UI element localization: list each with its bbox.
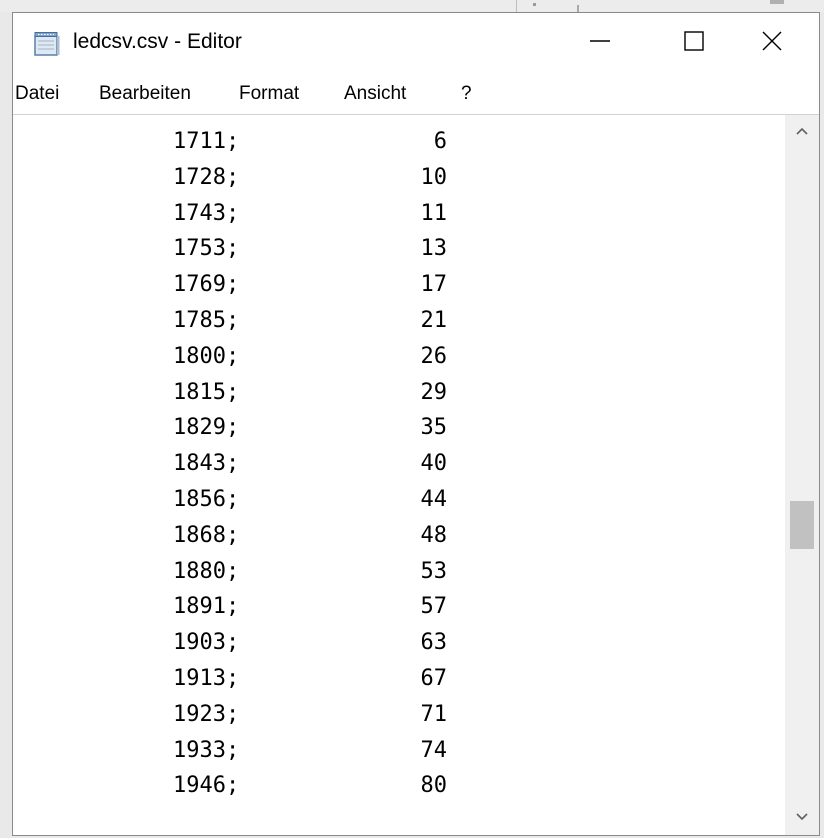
text-line: 1903; 63 — [13, 626, 773, 662]
value-cell: 13 — [420, 236, 448, 262]
value-cell: 6 — [433, 129, 447, 154]
close-icon — [761, 30, 783, 57]
menu-item-format[interactable]: Format — [239, 83, 299, 105]
menu-item-datei[interactable]: Datei — [15, 83, 59, 105]
background-strip — [0, 0, 824, 12]
scrollbar-thumb[interactable] — [790, 501, 814, 549]
year-cell: 1728; — [173, 164, 240, 190]
value-cell: 26 — [420, 343, 448, 369]
year-cell: 1903; — [173, 630, 240, 656]
year-cell: 1769; — [173, 272, 240, 298]
year-cell: 1843; — [173, 451, 240, 477]
year-cell: 1868; — [173, 522, 240, 548]
maximize-icon — [683, 30, 705, 57]
text-line: 1868; 48 — [13, 519, 773, 555]
value-cell: 57 — [420, 594, 448, 620]
value-cell: 48 — [420, 522, 448, 548]
scroll-down-button[interactable] — [785, 801, 819, 835]
menu-item-bearbeiten[interactable]: Bearbeiten — [99, 83, 191, 105]
value-cell: 74 — [420, 737, 448, 763]
year-cell: 1913; — [173, 666, 240, 691]
year-cell: 1785; — [173, 308, 240, 333]
year-cell: 1711; — [173, 129, 240, 154]
text-line: 1880; 53 — [13, 555, 773, 591]
notepad-icon — [33, 31, 61, 57]
scroll-up-button[interactable] — [785, 115, 819, 149]
year-cell: 1880; — [173, 558, 240, 584]
title-bar[interactable]: ledcsv.csv - Editor — [13, 13, 819, 75]
window-title: ledcsv.csv - Editor — [73, 30, 242, 53]
vertical-scrollbar[interactable] — [785, 115, 819, 835]
value-cell: 10 — [420, 164, 448, 190]
value-cell: 17 — [420, 272, 448, 298]
year-cell: 1753; — [173, 236, 240, 262]
year-cell: 1933; — [173, 737, 240, 763]
text-editor-area[interactable]: 1711; 6 1728; 10 1743; 11 1753; 13 1769; 17 1785; 2… — [13, 115, 819, 835]
text-line: 1891; 57 — [13, 590, 773, 626]
minimize-icon — [589, 30, 611, 57]
year-cell: 1829; — [173, 415, 240, 441]
text-line: 1913; 67 — [13, 662, 773, 698]
value-cell: 63 — [420, 630, 448, 656]
year-cell: 1923; — [173, 701, 240, 727]
editor-window: ledcsv.csv - Editor Datei Bearbeiten For… — [12, 12, 820, 836]
text-line: 1785; 21 — [13, 304, 773, 340]
scroll-up-arrow-icon — [795, 123, 809, 141]
text-line: 1815; 29 — [13, 376, 773, 412]
year-cell: 1800; — [173, 343, 240, 369]
close-button[interactable] — [725, 13, 819, 73]
minimize-button[interactable] — [553, 13, 647, 73]
text-line: 1856; 44 — [13, 483, 773, 519]
text-line: 1743; 11 — [13, 197, 773, 233]
value-cell: 80 — [420, 773, 448, 799]
value-cell: 21 — [420, 308, 448, 333]
menu-item-help[interactable]: ? — [461, 83, 472, 105]
value-cell: 44 — [420, 487, 448, 512]
text-line: 1829; 35 — [13, 411, 773, 447]
value-cell: 67 — [420, 666, 448, 691]
text-line: 1753; 13 — [13, 232, 773, 268]
text-line: 1711; 6 — [13, 125, 773, 161]
value-cell: 40 — [420, 451, 448, 477]
text-line: 1933; 74 — [13, 734, 773, 770]
text-line: 1923; 71 — [13, 698, 773, 734]
text-line: 1728; 10 — [13, 161, 773, 197]
value-cell: 29 — [420, 379, 448, 405]
scroll-down-arrow-icon — [795, 809, 809, 827]
menu-item-ansicht[interactable]: Ansicht — [344, 83, 406, 105]
value-cell: 53 — [420, 558, 448, 584]
value-cell: 35 — [420, 415, 448, 441]
text-line: 1946; 80 — [13, 769, 773, 805]
value-cell: 11 — [420, 200, 448, 226]
year-cell: 1946; — [173, 773, 240, 799]
text-line: 1843; 40 — [13, 447, 773, 483]
menu-bar: Datei Bearbeiten Format Ansicht ? — [13, 75, 819, 115]
value-cell: 71 — [420, 701, 448, 727]
year-cell: 1743; — [173, 200, 240, 226]
year-cell: 1891; — [173, 594, 240, 620]
text-line: 1769; 17 — [13, 268, 773, 304]
text-line: 1800; 26 — [13, 340, 773, 376]
year-cell: 1815; — [173, 379, 240, 405]
year-cell: 1856; — [173, 487, 240, 512]
